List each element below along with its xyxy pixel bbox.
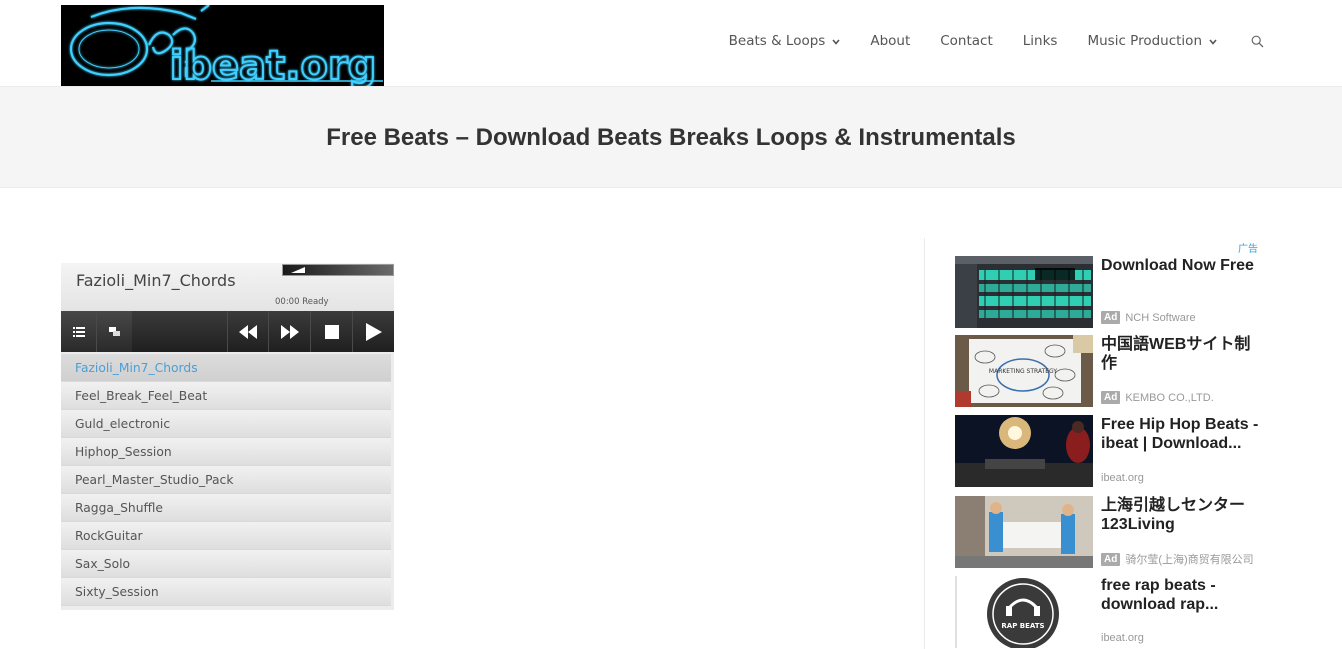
playlist-item[interactable]: Sixty_Session xyxy=(61,578,391,606)
main-nav: Beats & Loops About Contact Links Music … xyxy=(729,31,1264,51)
ad-label: 广告 xyxy=(1238,244,1258,255)
fast-forward-icon[interactable] xyxy=(268,311,310,352)
nav-label: Music Production xyxy=(1087,33,1202,49)
playlist-item[interactable]: Hiphop_Session xyxy=(61,438,391,466)
nav-item-about[interactable]: About xyxy=(870,31,910,51)
playlist-item[interactable]: Pearl_Master_Studio_Pack xyxy=(61,466,391,494)
ad-source: Ad 骑尔莹(上海)商贸有限公司 xyxy=(1101,551,1254,567)
play-icon[interactable] xyxy=(352,311,394,352)
chevron-down-icon xyxy=(1209,33,1217,49)
volume-level xyxy=(291,267,305,273)
ad-headline: Download Now Free xyxy=(1101,257,1254,274)
nav-label: Beats & Loops xyxy=(728,33,826,49)
thumb-text: MARKETING STRATEGY xyxy=(989,368,1058,375)
ad-headline: 中国語WEBサイト制作 xyxy=(1101,336,1251,372)
search-icon[interactable] xyxy=(1251,31,1264,51)
ad-source-name: ibeat.org xyxy=(1101,472,1144,484)
ad-item[interactable]: Download Now Free Ad NCH Software xyxy=(955,256,1265,329)
ad-item[interactable]: MARKETING STRATEGY 中国語WEBサイト制作 Ad KEMBO … xyxy=(955,335,1265,408)
ad-item[interactable]: 上海引越しセンター123Living Ad 骑尔莹(上海)商贸有限公司 xyxy=(955,496,1265,569)
page-title-band: Free Beats – Download Beats Breaks Loops… xyxy=(0,86,1342,188)
ad-headline: Free Hip Hop Beats - ibeat | Download... xyxy=(1101,416,1259,452)
playlist-item[interactable]: RockGuitar xyxy=(61,522,391,550)
site-logo[interactable]: ibeat.org xyxy=(61,5,384,86)
ad-thumbnail xyxy=(955,496,1093,568)
ad-source: ibeat.org xyxy=(1101,472,1144,484)
ad-badge: Ad xyxy=(1101,552,1121,566)
ad-headline: free rap beats - download rap... xyxy=(1101,577,1219,613)
rewind-icon[interactable] xyxy=(227,311,268,352)
ad-badge: Ad xyxy=(1101,311,1121,324)
ad-source-name: 骑尔莹(上海)商贸有限公司 xyxy=(1125,554,1254,566)
volume-slider[interactable] xyxy=(282,264,394,276)
nav-label: Links xyxy=(1022,33,1058,49)
nav-label: Contact xyxy=(940,33,993,49)
ad-thumbnail xyxy=(955,256,1093,328)
ad-source-name: NCH Software xyxy=(1125,311,1196,324)
ad-headline: 上海引越しセンター123Living xyxy=(1101,497,1246,533)
nav-item-music-production[interactable]: Music Production xyxy=(1087,31,1217,51)
playlist-icon[interactable] xyxy=(61,311,96,352)
ad-source: Ad NCH Software xyxy=(1101,311,1196,324)
playlist-item[interactable]: Ragga_Shuffle xyxy=(61,494,391,522)
popout-icon[interactable] xyxy=(96,311,132,352)
player-status: 00:00 Ready xyxy=(275,297,329,307)
playlist: Fazioli_Min7_Chords Feel_Break_Feel_Beat… xyxy=(61,354,394,606)
nav-item-beats-loops[interactable]: Beats & Loops xyxy=(729,31,841,51)
logo-graphic: ibeat.org xyxy=(69,5,383,86)
playlist-item[interactable]: Fazioli_Min7_Chords xyxy=(61,354,391,382)
playlist-item[interactable]: Feel_Break_Feel_Beat xyxy=(61,382,391,410)
thumb-text: RAP BEATS xyxy=(1001,622,1044,630)
ad-item[interactable]: RAP BEATS free rap beats - download rap.… xyxy=(955,576,1265,649)
audio-player: Fazioli_Min7_Chords 00:00 Ready Fazioli_… xyxy=(61,263,394,610)
player-controls xyxy=(61,311,394,352)
current-track-title: Fazioli_Min7_Chords xyxy=(76,271,236,290)
ad-source: Ad KEMBO CO.,LTD. xyxy=(1101,391,1214,404)
logo-wordmark: ibeat.org xyxy=(170,43,377,86)
nav-item-links[interactable]: Links xyxy=(1023,31,1058,51)
stop-icon[interactable] xyxy=(310,311,352,352)
playlist-item[interactable]: Guld_electronic xyxy=(61,410,391,438)
ad-item[interactable]: Free Hip Hop Beats - ibeat | Download...… xyxy=(955,415,1265,488)
sidebar-divider xyxy=(924,238,925,649)
player-header: Fazioli_Min7_Chords 00:00 Ready xyxy=(61,263,394,311)
nav-item-contact[interactable]: Contact xyxy=(940,31,993,51)
ad-source: ibeat.org xyxy=(1101,632,1144,644)
ad-thumbnail: RAP BEATS xyxy=(955,576,1093,648)
ad-source-name: KEMBO CO.,LTD. xyxy=(1125,391,1214,404)
ad-thumbnail: MARKETING STRATEGY xyxy=(955,335,1093,407)
page-title: Free Beats – Download Beats Breaks Loops… xyxy=(326,124,1016,151)
nav-label: About xyxy=(870,33,911,49)
site-header: ibeat.org Beats & Loops About Contact Li… xyxy=(0,0,1342,86)
ad-badge: Ad xyxy=(1101,391,1121,404)
ad-thumbnail xyxy=(955,415,1093,487)
chevron-down-icon xyxy=(832,33,840,49)
playlist-item[interactable]: Sax_Solo xyxy=(61,550,391,578)
ad-source-name: ibeat.org xyxy=(1101,632,1144,644)
